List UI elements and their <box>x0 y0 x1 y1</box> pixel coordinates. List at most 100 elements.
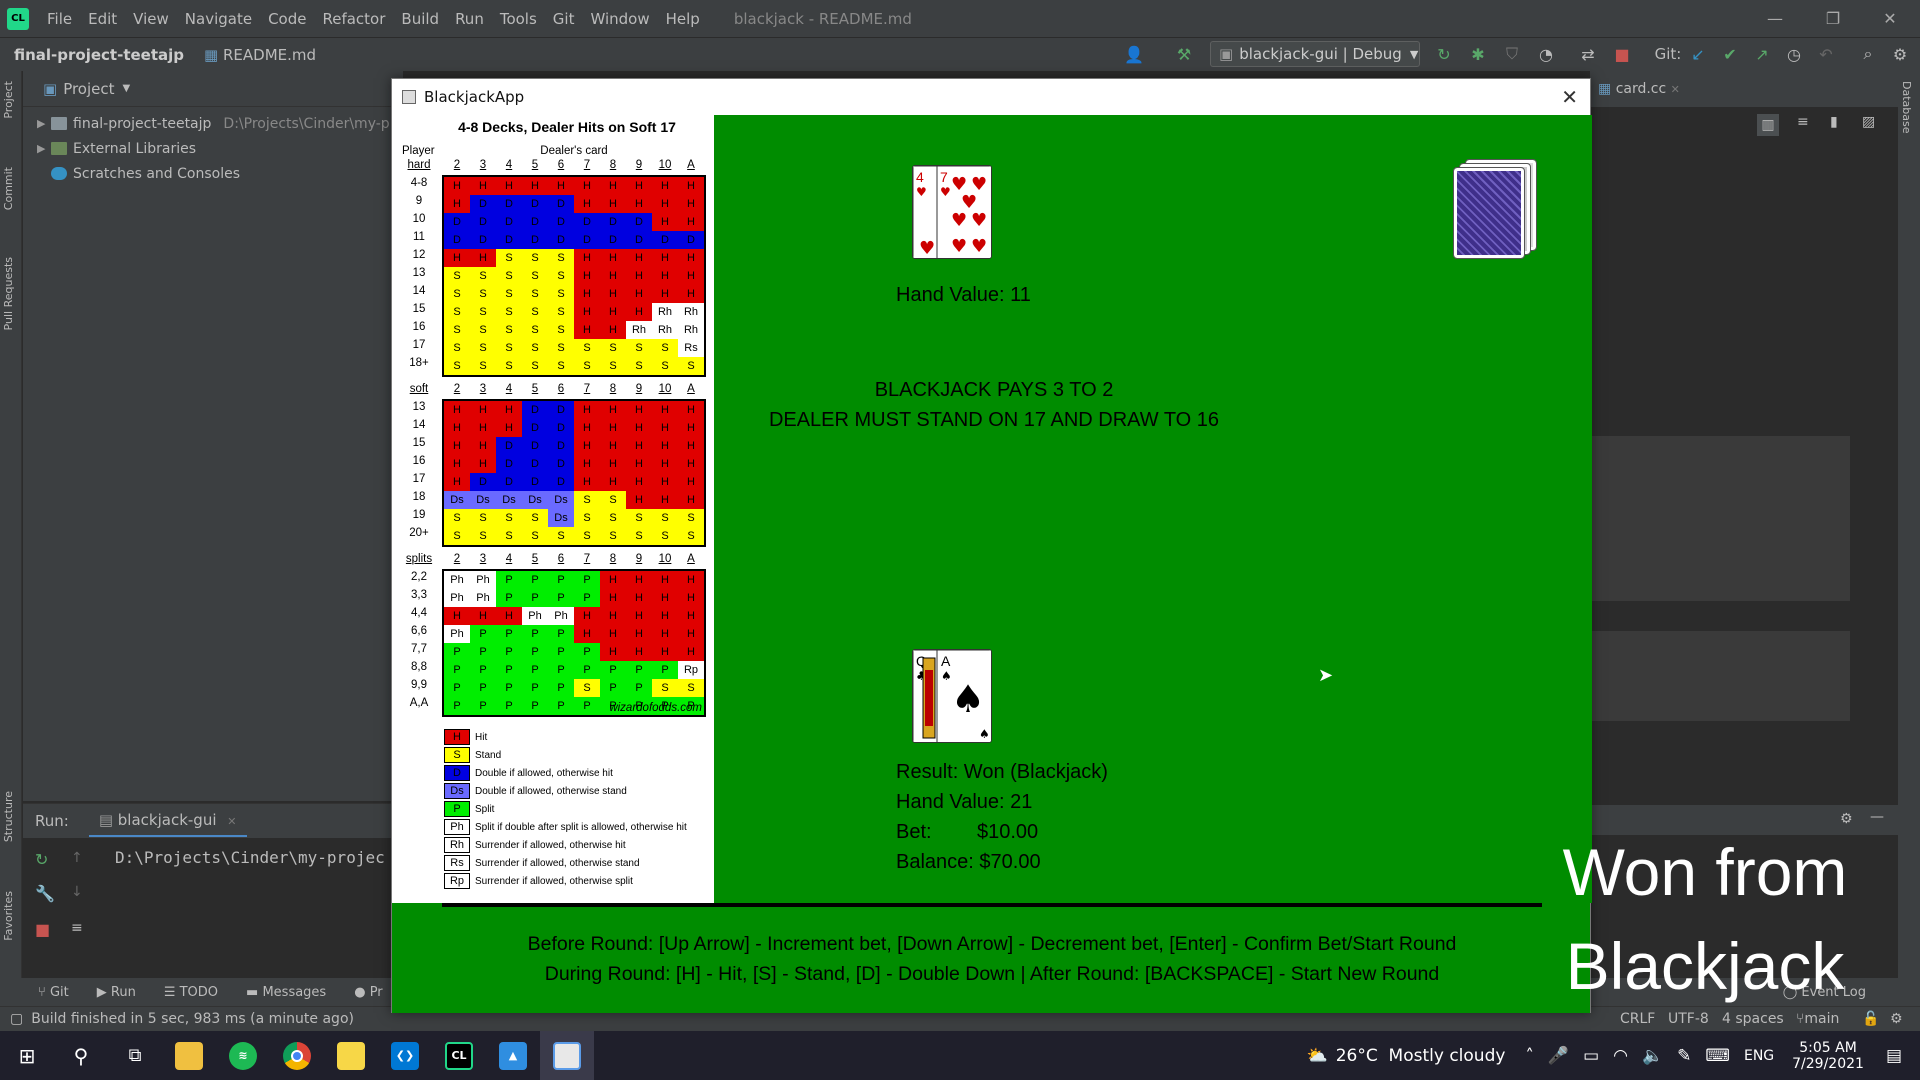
hide-icon[interactable]: — <box>1870 809 1884 825</box>
side-tab-commit[interactable]: Commit <box>2 167 15 210</box>
language-indicator[interactable]: ENG <box>1744 1048 1774 1064</box>
close-tab-icon[interactable]: ✕ <box>227 815 236 828</box>
menu-refactor[interactable]: Refactor <box>314 10 393 28</box>
grid-cell: Ph <box>470 589 496 607</box>
taskbar-blackjack-app[interactable] <box>540 1031 594 1080</box>
attach-icon[interactable]: ⇄ <box>1576 42 1600 66</box>
chevron-down-icon: ▼ <box>122 83 131 94</box>
git-commit-icon[interactable]: ✔ <box>1718 42 1742 66</box>
taskbar-spotify[interactable]: ≋ <box>216 1031 270 1080</box>
side-tab-favorites[interactable]: Favorites <box>2 891 15 941</box>
close-tab-icon[interactable]: ✕ <box>1671 83 1680 96</box>
rollback-icon[interactable]: ↶ <box>1814 42 1838 66</box>
settings-gear-icon[interactable]: ⚙ <box>1888 42 1912 66</box>
editor-tab[interactable]: ▦ card.cc ✕ <box>1590 81 1680 97</box>
network-icon[interactable]: ◠ <box>1613 1046 1628 1066</box>
close-icon[interactable]: ✕ <box>1561 85 1578 109</box>
up-arrow-icon[interactable]: ↑ <box>71 850 83 866</box>
stop-icon[interactable]: ■ <box>1610 42 1634 66</box>
git-branch[interactable]: ⑂main <box>1796 1011 1839 1027</box>
menu-run[interactable]: Run <box>447 10 492 28</box>
notification-icon[interactable]: ▤ <box>1886 1046 1902 1066</box>
expand-arrow-icon[interactable]: ▶ <box>23 117 51 130</box>
taskbar-photos[interactable]: ▲ <box>486 1031 540 1080</box>
menu-navigate[interactable]: Navigate <box>177 10 260 28</box>
menu-edit[interactable]: Edit <box>80 10 125 28</box>
clock[interactable]: 5:05 AM 7/29/2021 <box>1792 1040 1864 1072</box>
lock-icon[interactable]: 🔓 <box>1862 1011 1879 1027</box>
debug-icon[interactable]: ✱ <box>1466 42 1490 66</box>
file-encoding[interactable]: UTF-8 <box>1668 1011 1709 1027</box>
breadcrumb-project[interactable]: final-project-teetajp <box>0 46 184 64</box>
search-button[interactable]: ⚲ <box>54 1031 108 1080</box>
search-icon[interactable]: ⌕ <box>1856 42 1880 66</box>
git-update-icon[interactable]: ↙ <box>1686 42 1710 66</box>
stop-icon[interactable]: ■ <box>35 920 50 939</box>
history-icon[interactable]: ◷ <box>1782 42 1806 66</box>
grid-cell: H <box>678 437 704 455</box>
pen-icon[interactable]: ✎ <box>1677 1046 1691 1066</box>
tab-todo[interactable]: ☰ TODO <box>150 985 232 1000</box>
editor-only-icon[interactable]: ≡ <box>1797 114 1809 130</box>
wrench-icon[interactable]: 🔧 <box>35 884 55 903</box>
microphone-icon[interactable]: 🎤 <box>1548 1046 1569 1066</box>
taskbar-explorer[interactable] <box>162 1031 216 1080</box>
tab-run[interactable]: ▶ Run <box>83 985 150 1000</box>
task-view-button[interactable]: ⧉ <box>108 1031 162 1080</box>
taskbar-chrome[interactable] <box>270 1031 324 1080</box>
chevron-up-icon[interactable]: ˄ <box>1525 1046 1534 1066</box>
tab-problems[interactable]: ● Pr <box>340 985 396 1000</box>
menu-code[interactable]: Code <box>260 10 314 28</box>
run-tab[interactable]: ▤ blackjack-gui ✕ <box>88 805 247 837</box>
indent-setting[interactable]: 4 spaces <box>1722 1011 1784 1027</box>
menu-tools[interactable]: Tools <box>492 10 545 28</box>
menu-build[interactable]: Build <box>393 10 447 28</box>
split-icon[interactable]: ▮ <box>1830 114 1838 130</box>
side-tab-database[interactable]: Database <box>1900 81 1913 134</box>
down-arrow-icon[interactable]: ↓ <box>71 884 83 900</box>
tab-messages[interactable]: ▬ Messages <box>232 985 340 1000</box>
tab-git[interactable]: ⑂ Git <box>0 985 83 1000</box>
side-tab-project[interactable]: Project <box>2 81 15 119</box>
menu-view[interactable]: View <box>125 10 177 28</box>
taskbar-vscode[interactable]: ❮❯ <box>378 1031 432 1080</box>
project-panel-title[interactable]: Project <box>63 80 114 98</box>
close-icon[interactable]: ✕ <box>1860 0 1920 37</box>
side-tab-pull-requests[interactable]: Pull Requests <box>2 257 15 330</box>
menu-git[interactable]: Git <box>545 10 583 28</box>
restore-icon[interactable]: ❐ <box>1803 0 1863 37</box>
taskbar-notes[interactable] <box>324 1031 378 1080</box>
build-hammer-icon[interactable]: ⚒ <box>1172 42 1196 66</box>
tree-item-external-libraries[interactable]: ▶ External Libraries <box>23 136 403 161</box>
side-tab-structure[interactable]: Structure <box>2 791 15 842</box>
user-icon[interactable]: 👤 <box>1122 42 1146 66</box>
battery-icon[interactable]: ▭ <box>1583 1046 1599 1066</box>
menu-help[interactable]: Help <box>658 10 708 28</box>
rerun-icon[interactable]: ↻ <box>35 850 48 869</box>
editor-mode-icon[interactable]: ▥ <box>1757 114 1779 136</box>
minimize-icon[interactable]: — <box>1745 0 1805 37</box>
git-push-icon[interactable]: ↗ <box>1750 42 1774 66</box>
status-layout-icon[interactable]: ▢ <box>10 1011 23 1027</box>
profile-icon[interactable]: ◔ <box>1534 42 1558 66</box>
tree-item-project[interactable]: ▶ final-project-teetajp D:\Projects\Cinder… <box>23 111 403 136</box>
preview-icon[interactable]: ▨ <box>1862 114 1875 130</box>
coverage-icon[interactable]: ⛉ <box>1500 42 1524 66</box>
breadcrumb-file[interactable]: ▦ README.md <box>184 46 316 64</box>
soft-wrap-icon[interactable]: ≡ <box>71 920 83 936</box>
menu-file[interactable]: File <box>39 10 80 28</box>
line-separator[interactable]: CRLF <box>1620 1011 1655 1027</box>
weather-text[interactable]: 26°C Mostly cloudy <box>1336 1046 1506 1066</box>
taskbar-clion[interactable]: CL <box>432 1031 486 1080</box>
keyboard-icon[interactable]: ⌨ <box>1705 1046 1730 1066</box>
weather-icon[interactable]: ⛅ <box>1307 1046 1328 1066</box>
menu-window[interactable]: Window <box>582 10 657 28</box>
tree-item-scratches[interactable]: Scratches and Consoles <box>23 161 403 186</box>
expand-arrow-icon[interactable]: ▶ <box>23 142 51 155</box>
grid-cell: P <box>574 643 600 661</box>
volume-icon[interactable]: 🔈 <box>1642 1046 1663 1066</box>
rerun-icon[interactable]: ↻ <box>1432 42 1456 66</box>
start-button[interactable]: ⊞ <box>0 1031 54 1080</box>
run-configuration-select[interactable]: ▣ blackjack-gui | Debug ▼ <box>1210 41 1420 67</box>
inspector-icon[interactable]: ⚙ <box>1890 1011 1903 1027</box>
